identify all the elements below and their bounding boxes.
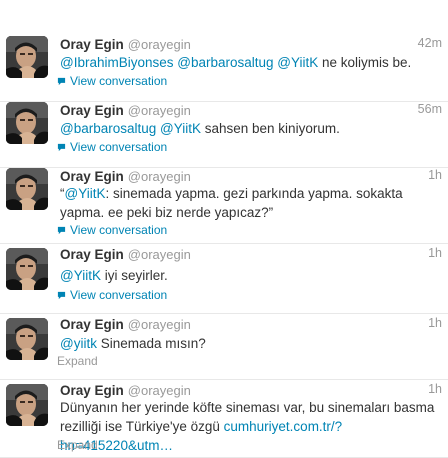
speech-bubble-icon — [57, 74, 70, 88]
mention-link[interactable]: @IbrahimBiyonses — [60, 55, 174, 70]
avatar[interactable] — [6, 102, 48, 144]
tweet-timestamp[interactable]: 56m — [418, 102, 442, 116]
tweet-timeline: Oray Egin @orayegin 42m @IbrahimBiyonses @b… — [0, 0, 448, 458]
text-fragment: ne koliymis be. — [318, 55, 412, 70]
tweet-timestamp[interactable]: 1h — [428, 316, 442, 330]
tweet-header: Oray Egin @orayegin 1h — [60, 316, 442, 336]
author-handle[interactable]: @orayegin — [128, 317, 191, 332]
tweet-timestamp[interactable]: 1h — [428, 382, 442, 396]
author-name[interactable]: Oray Egin — [60, 103, 124, 118]
expand-link[interactable]: Expand — [57, 354, 98, 368]
view-conversation-link[interactable]: View conversation — [57, 140, 167, 154]
tweet-text: @IbrahimBiyonses @barbarosaltug @YiitK n… — [60, 53, 440, 72]
avatar[interactable] — [6, 384, 48, 426]
mention-link[interactable]: @barbarosaltug — [60, 121, 156, 136]
mention-link[interactable]: @YiitK — [277, 55, 318, 70]
view-conversation-link[interactable]: View conversation — [57, 223, 167, 237]
view-conversation-link[interactable]: View conversation — [57, 74, 167, 88]
speech-bubble-icon — [57, 140, 70, 154]
action-label: Expand — [57, 354, 98, 368]
tweet-timestamp[interactable]: 42m — [418, 36, 442, 50]
avatar[interactable] — [6, 168, 48, 210]
tweet-text: @yiitk Sinemada mısın? — [60, 334, 440, 353]
view-conversation-link[interactable]: View conversation — [57, 288, 167, 302]
text-fragment: sahsen ben kiniyorum. — [201, 121, 340, 136]
tweet-timestamp[interactable]: 1h — [428, 246, 442, 260]
tweet[interactable]: Oray Egin @orayegin 1h @YiitK iyi seyirler.… — [0, 244, 448, 314]
text-fragment: Sinemada mısın? — [96, 336, 206, 351]
tweet-header: Oray Egin @orayegin 1h — [60, 246, 442, 266]
author-handle[interactable]: @orayegin — [128, 37, 191, 52]
tweet[interactable]: Oray Egin @orayegin 42m @IbrahimBiyonses @b… — [0, 36, 448, 102]
expand-link[interactable]: Expand — [57, 438, 98, 452]
tweet[interactable]: Oray Egin @orayegin 56m @barbarosaltug @Yii… — [0, 102, 448, 168]
tweet-text: @barbarosaltug @YiitK sahsen ben kiniyor… — [60, 119, 440, 138]
author-handle[interactable]: @orayegin — [128, 247, 191, 262]
author-name[interactable]: Oray Egin — [60, 37, 124, 52]
tweet-timestamp[interactable]: 1h — [428, 168, 442, 182]
mention-link[interactable]: @YiitK — [60, 268, 101, 283]
speech-bubble-icon — [57, 288, 70, 302]
author-handle[interactable]: @orayegin — [128, 169, 191, 184]
tweet-text: Dünyanın her yerinde köfte sineması var,… — [60, 398, 440, 455]
mention-link[interactable]: @barbarosaltug — [177, 55, 273, 70]
tweet-text: “@YiitK: sinemada yapma. gezi parkında y… — [60, 184, 440, 222]
author-name[interactable]: Oray Egin — [60, 317, 124, 332]
action-label: View conversation — [70, 288, 168, 302]
tweet-text: @YiitK iyi seyirler. — [60, 266, 440, 285]
mention-link[interactable]: @YiitK — [160, 121, 201, 136]
action-label: View conversation — [70, 140, 168, 154]
tweet[interactable]: Oray Egin @orayegin 1h “@YiitK: sinemada ya… — [0, 168, 448, 244]
avatar[interactable] — [6, 318, 48, 360]
speech-bubble-icon — [57, 223, 70, 237]
avatar[interactable] — [6, 248, 48, 290]
mention-link[interactable]: @YiitK — [65, 186, 106, 201]
author-handle[interactable]: @orayegin — [128, 103, 191, 118]
action-label: View conversation — [70, 223, 168, 237]
author-name[interactable]: Oray Egin — [60, 169, 124, 184]
author-name[interactable]: Oray Egin — [60, 247, 124, 262]
text-fragment: iyi seyirler. — [100, 268, 168, 283]
action-label: View conversation — [70, 74, 168, 88]
tweet[interactable]: Oray Egin @orayegin 1h Dünyanın her yerinde… — [0, 380, 448, 458]
text-fragment: : sinemada yapma. gezi parkında yapma. s… — [60, 186, 403, 220]
avatar[interactable] — [6, 36, 48, 78]
action-label: Expand — [57, 438, 98, 452]
author-name[interactable]: Oray Egin — [60, 383, 124, 398]
mention-link[interactable]: @yiitk — [60, 336, 97, 351]
author-handle[interactable]: @orayegin — [128, 383, 191, 398]
tweet[interactable]: Oray Egin @orayegin 1h @yiitk Sinemada mısı… — [0, 314, 448, 380]
